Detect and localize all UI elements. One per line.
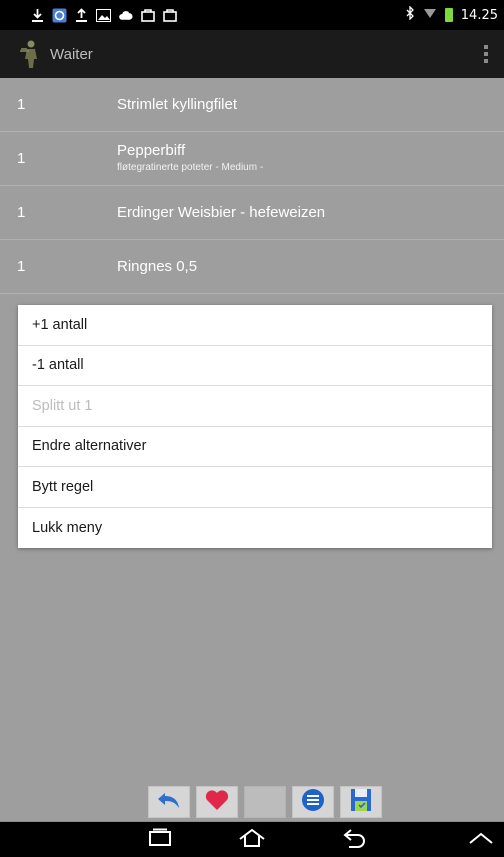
- system-nav-bar: [0, 822, 504, 857]
- overflow-dot: [484, 52, 488, 56]
- app-logo-icon[interactable]: [18, 39, 44, 69]
- favorite-button[interactable]: [196, 786, 238, 818]
- menu-item-increase-qty[interactable]: +1 antall: [18, 305, 492, 346]
- back-icon: [341, 828, 369, 852]
- menu-item-change-options[interactable]: Endre alternativer: [18, 427, 492, 467]
- order-name: Pepperbiff: [117, 142, 186, 159]
- empty-toolbar-slot: [244, 786, 286, 818]
- order-qty: 1: [17, 258, 26, 275]
- overflow-dot: [484, 45, 488, 49]
- order-name: Strimlet kyllingfilet: [117, 96, 238, 113]
- order-row[interactable]: 1 Ringnes 0,5: [0, 240, 504, 294]
- action-bar: Waiter: [0, 30, 504, 78]
- download-icon: [30, 8, 45, 23]
- menu-list-button[interactable]: [292, 786, 334, 818]
- upload-icon: [74, 7, 89, 23]
- home-button[interactable]: [232, 828, 272, 852]
- bluetooth-icon: [406, 5, 415, 24]
- up-chevron-icon: [468, 830, 494, 850]
- order-name: Ringnes 0,5: [117, 258, 198, 275]
- sync-icon: [52, 8, 67, 23]
- home-icon: [237, 828, 267, 852]
- bag-icon: [162, 8, 177, 23]
- signal-icon: [423, 6, 437, 24]
- up-chevron-button[interactable]: [464, 828, 498, 852]
- order-qty: 1: [17, 204, 26, 221]
- recent-apps-icon: [146, 828, 174, 852]
- menu-item-decrease-qty[interactable]: -1 antall: [18, 346, 492, 386]
- app-title: Waiter: [50, 45, 93, 63]
- bottom-toolbar: [148, 786, 382, 818]
- order-name: Erdinger Weisbier - hefeweizen: [117, 204, 326, 221]
- undo-button[interactable]: [148, 786, 190, 818]
- system-status: 14.25: [406, 5, 498, 24]
- bag-icon: [140, 8, 155, 23]
- order-qty: 1: [17, 96, 26, 113]
- image-icon: [96, 8, 111, 23]
- recent-apps-button[interactable]: [140, 828, 180, 852]
- cloud-icon: [118, 8, 133, 23]
- save-button[interactable]: [340, 786, 382, 818]
- menu-item-split-out: Splitt ut 1: [18, 386, 492, 427]
- order-qty: 1: [17, 150, 26, 167]
- order-row[interactable]: 1 Erdinger Weisbier - hefeweizen: [0, 186, 504, 240]
- menu-item-change-rule[interactable]: Bytt regel: [18, 467, 492, 508]
- heart-icon: [204, 789, 230, 815]
- notification-icons: [30, 7, 177, 23]
- back-button[interactable]: [335, 828, 375, 852]
- order-row[interactable]: 1 Pepperbiff fløtegratinerte poteter - M…: [0, 132, 504, 186]
- list-icon: [301, 788, 325, 816]
- order-options: fløtegratinerte poteter - Medium -: [117, 162, 264, 173]
- overflow-menu-button[interactable]: [482, 45, 490, 63]
- menu-item-close-menu[interactable]: Lukk meny: [18, 508, 492, 549]
- order-row[interactable]: 1 Strimlet kyllingfilet: [0, 78, 504, 132]
- battery-icon: [444, 8, 453, 22]
- overflow-dot: [484, 59, 488, 63]
- context-menu: +1 antall -1 antall Splitt ut 1 Endre al…: [18, 305, 492, 548]
- save-icon: [349, 787, 373, 817]
- status-time: 14.25: [460, 7, 498, 23]
- status-bar: 14.25: [0, 0, 504, 30]
- undo-icon: [156, 790, 182, 814]
